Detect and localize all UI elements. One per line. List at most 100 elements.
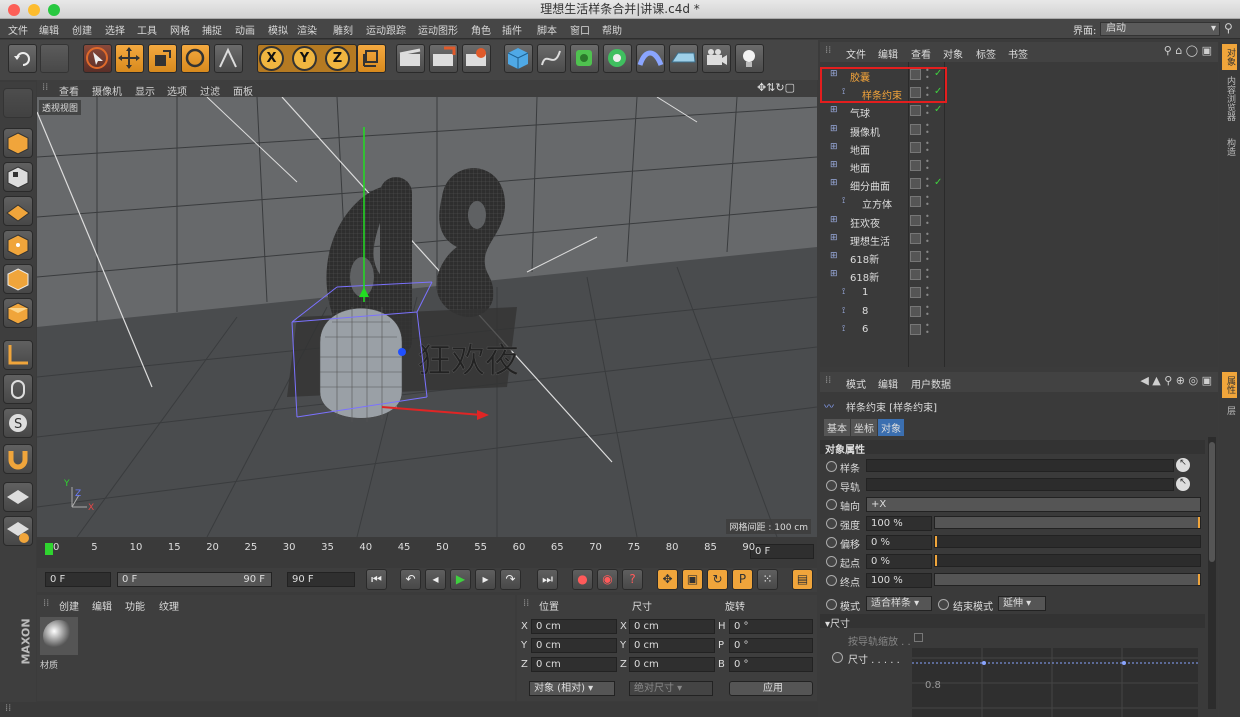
visibility-dots[interactable]: • •	[925, 321, 930, 336]
layer-swatch[interactable]	[910, 196, 921, 208]
end-frame-field[interactable]: 90 F	[287, 572, 355, 587]
viewport-menu-3[interactable]: 选项	[167, 83, 187, 98]
auto-keying-button[interactable]: ◉	[597, 569, 618, 590]
menu-item-11[interactable]: 运动跟踪	[366, 22, 406, 37]
cube-button[interactable]	[504, 44, 533, 73]
object-name[interactable]: 地面	[850, 160, 870, 175]
layer-swatch[interactable]	[910, 123, 921, 135]
layer-swatch[interactable]	[910, 69, 921, 80]
object-row[interactable]: ⟟ 样条约束 • • ✓	[820, 84, 1218, 103]
key-position-button[interactable]: ✥	[657, 569, 678, 590]
menu-item-13[interactable]: 角色	[471, 22, 491, 37]
layer-swatch[interactable]	[910, 305, 921, 317]
visibility-dots[interactable]: • •	[925, 267, 930, 282]
timeline-window-button[interactable]: ▤	[792, 569, 813, 590]
tab-structure[interactable]: 构造	[1222, 134, 1237, 160]
rotate-tool-button[interactable]	[181, 44, 210, 73]
scale-tool-button[interactable]	[148, 44, 177, 73]
mode-select[interactable]: 适合样条 ▾	[866, 596, 932, 611]
enable-check[interactable]: ✓	[934, 177, 942, 188]
object-row[interactable]: ⊞ 狂欢夜 • •	[820, 212, 1218, 230]
camera-button[interactable]	[702, 44, 731, 73]
minimize-window-button[interactable]	[28, 4, 40, 16]
undo-button[interactable]	[8, 44, 37, 73]
coordinate-system-button[interactable]	[357, 44, 386, 73]
menu-item-16[interactable]: 窗口	[570, 22, 590, 37]
next-frame-button[interactable]: ▸	[475, 569, 496, 590]
object-row[interactable]: ⊞ 618新 • •	[820, 266, 1218, 285]
material-thumbnail[interactable]	[40, 617, 78, 655]
visibility-dots[interactable]: • •	[925, 85, 930, 100]
enable-check[interactable]: ✓	[934, 86, 942, 97]
tab-attributes[interactable]: 属性	[1222, 372, 1237, 398]
size-field[interactable]: 0 cm	[629, 619, 715, 634]
menu-item-14[interactable]: 插件	[502, 22, 522, 37]
menu-item-12[interactable]: 运动图形	[418, 22, 458, 37]
object-row[interactable]: ⟟ 8 • •	[820, 303, 1218, 321]
attribute-menu-1[interactable]: 编辑	[878, 376, 898, 391]
size-field[interactable]: 0 cm	[629, 657, 715, 672]
field-radio[interactable]	[826, 480, 837, 491]
menu-item-5[interactable]: 网格	[170, 22, 190, 37]
search-icon[interactable]: ⚲	[1224, 21, 1233, 35]
axis-select[interactable]: +X	[866, 497, 1201, 512]
layer-swatch[interactable]	[910, 141, 921, 153]
go-to-end-button[interactable]: ⏭	[537, 569, 558, 590]
percent-field[interactable]: 100 %	[866, 516, 932, 531]
menu-item-15[interactable]: 脚本	[537, 22, 557, 37]
visibility-dots[interactable]: • •	[925, 230, 930, 245]
percent-field[interactable]: 0 %	[866, 535, 932, 550]
select-tool-button[interactable]	[83, 44, 112, 73]
field-radio[interactable]	[826, 518, 837, 529]
rotation-field[interactable]: 0 °	[729, 638, 813, 653]
visibility-dots[interactable]: • •	[925, 176, 930, 191]
size-radio[interactable]	[832, 652, 843, 663]
attribute-nav-tools[interactable]: ◀ ▲ ⚲ ⊕ ◎ ▣	[1140, 374, 1212, 387]
visibility-dots[interactable]: • •	[925, 212, 930, 227]
go-to-start-button[interactable]: ⏮	[366, 569, 387, 590]
3d-viewport[interactable]: 狂欢夜 透视视图 网格间距 : 100 cm Y Z X	[37, 97, 817, 537]
object-menu-4[interactable]: 标签	[976, 46, 996, 61]
material-menu-1[interactable]: 编辑	[92, 598, 112, 613]
layer-swatch[interactable]	[910, 251, 921, 262]
key-parameter-button[interactable]: P	[732, 569, 753, 590]
enable-check[interactable]: ✓	[934, 68, 942, 79]
viewport-menu-5[interactable]: 面板	[233, 83, 253, 98]
object-name[interactable]: 618新	[850, 251, 879, 266]
object-row[interactable]: ⊞ 618新 • •	[820, 248, 1218, 267]
timeline-ruler[interactable]: 0 F 0 5 10 15 20 25 30 35 40 45 50 55 60 65 70 75 80 85 90	[37, 540, 817, 568]
layer-swatch[interactable]	[910, 287, 921, 299]
enable-check[interactable]: ✓	[934, 104, 942, 115]
start-frame-field[interactable]: 0 F	[45, 572, 111, 587]
object-row[interactable]: ⊞ 细分曲面 • • ✓	[820, 175, 1218, 194]
points-mode-button[interactable]	[3, 230, 33, 260]
menu-item-17[interactable]: 帮助	[602, 22, 622, 37]
magnet-button[interactable]	[3, 444, 33, 474]
render-settings-button[interactable]	[462, 44, 491, 73]
object-manager-tools[interactable]: ⚲ ⌂ ◯ ▣	[1164, 44, 1212, 57]
viewport-menu-1[interactable]: 摄像机	[92, 83, 122, 98]
object-name[interactable]: 狂欢夜	[850, 215, 880, 230]
frame-range-slider[interactable]: 0 F 90 F	[117, 572, 272, 587]
object-menu-2[interactable]: 查看	[911, 46, 931, 61]
layer-swatch[interactable]	[910, 232, 921, 244]
object-name[interactable]: 胶囊	[850, 69, 870, 84]
record-keys-button[interactable]: ●	[572, 569, 593, 590]
light-button[interactable]	[735, 44, 764, 73]
render-view-button[interactable]	[396, 44, 425, 73]
object-menu-0[interactable]: 文件	[846, 46, 866, 61]
x-axis-lock-button[interactable]: X	[259, 46, 284, 71]
zoom-window-button[interactable]	[48, 4, 60, 16]
object-row[interactable]: ⟟ 6 • •	[820, 321, 1218, 339]
tab-content-browser[interactable]: 内容浏览器	[1222, 72, 1237, 125]
object-row[interactable]: ⟟ 立方体 • •	[820, 193, 1218, 212]
object-name[interactable]: 立方体	[862, 196, 892, 211]
layer-swatch[interactable]	[910, 160, 921, 171]
field-radio[interactable]	[826, 537, 837, 548]
close-window-button[interactable]	[8, 4, 20, 16]
make-editable-button[interactable]	[3, 88, 33, 118]
locked-workplane-button[interactable]	[3, 482, 33, 512]
object-row[interactable]: ⊞ 摄像机 • •	[820, 121, 1218, 139]
pick-object-icon[interactable]: ↖	[1176, 477, 1190, 491]
object-name[interactable]: 1	[862, 287, 868, 298]
